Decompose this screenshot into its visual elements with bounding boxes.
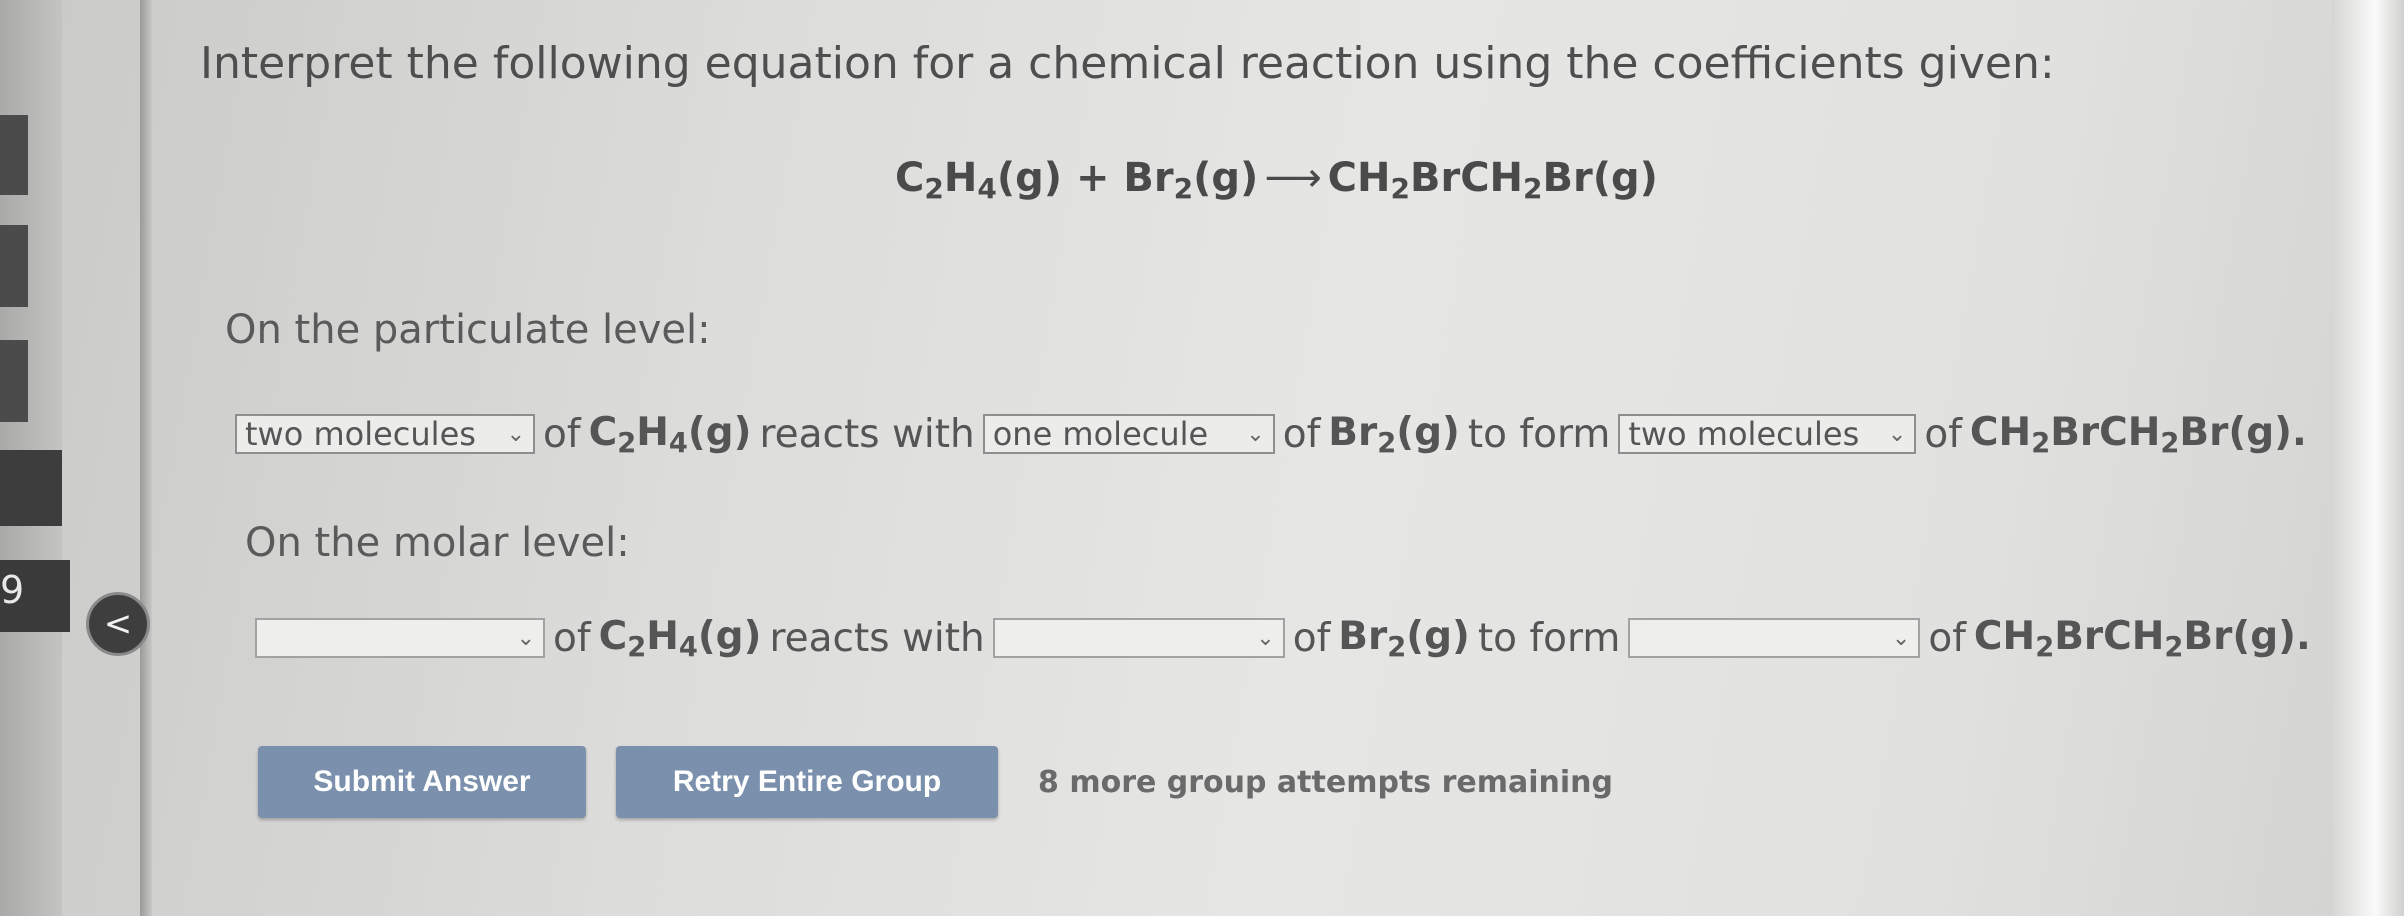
species-product: CH2BrCH2Br(g).: [1969, 410, 2307, 459]
particulate-reactant1-select[interactable]: two molecules ⌄: [235, 414, 535, 455]
chemical-equation: C2H4(g) + Br2(g) ⟶ CH2BrCH2Br(g): [895, 155, 1658, 205]
species-c2h4: C2H4(g): [588, 410, 752, 459]
particulate-row: two molecules ⌄ of C2H4(g) reacts with on…: [235, 410, 2307, 459]
molar-row: ⌄ of C2H4(g) reacts with ⌄ of Br2(g) to …: [255, 614, 2311, 663]
attempts-remaining-text: 8 more group attempts remaining: [1038, 765, 1613, 800]
chevron-down-icon: ⌄: [1891, 625, 1911, 651]
molar-reactant2-select[interactable]: ⌄: [992, 618, 1285, 659]
species-product: CH2BrCH2Br(g).: [1973, 614, 2311, 663]
question-prompt: Interpret the following equation for a c…: [200, 38, 2055, 89]
particulate-product-select[interactable]: two molecules ⌄: [1618, 414, 1917, 455]
chevron-down-icon: ⌄: [506, 421, 525, 447]
species-br2: Br2(g): [1328, 410, 1460, 459]
molar-level-label: On the molar level:: [245, 520, 630, 566]
reaction-arrow: ⟶: [1264, 155, 1322, 201]
question-content: Interpret the following equation for a c…: [0, 0, 2404, 916]
retry-entire-group-button[interactable]: Retry Entire Group: [616, 746, 998, 818]
molar-reactant1-select[interactable]: ⌄: [255, 618, 545, 659]
species-c2h4: C2H4(g): [598, 614, 762, 663]
particulate-reactant2-select[interactable]: one molecule ⌄: [982, 414, 1275, 455]
chevron-down-icon: ⌄: [1887, 421, 1907, 447]
molar-product-select[interactable]: ⌄: [1628, 618, 1921, 659]
chevron-down-icon: ⌄: [1256, 625, 1275, 651]
chevron-down-icon: ⌄: [516, 625, 535, 651]
submit-answer-button[interactable]: Submit Answer: [258, 746, 586, 818]
particulate-level-label: On the particulate level:: [225, 307, 711, 353]
species-br2: Br2(g): [1338, 614, 1470, 663]
chevron-down-icon: ⌄: [1246, 421, 1265, 447]
